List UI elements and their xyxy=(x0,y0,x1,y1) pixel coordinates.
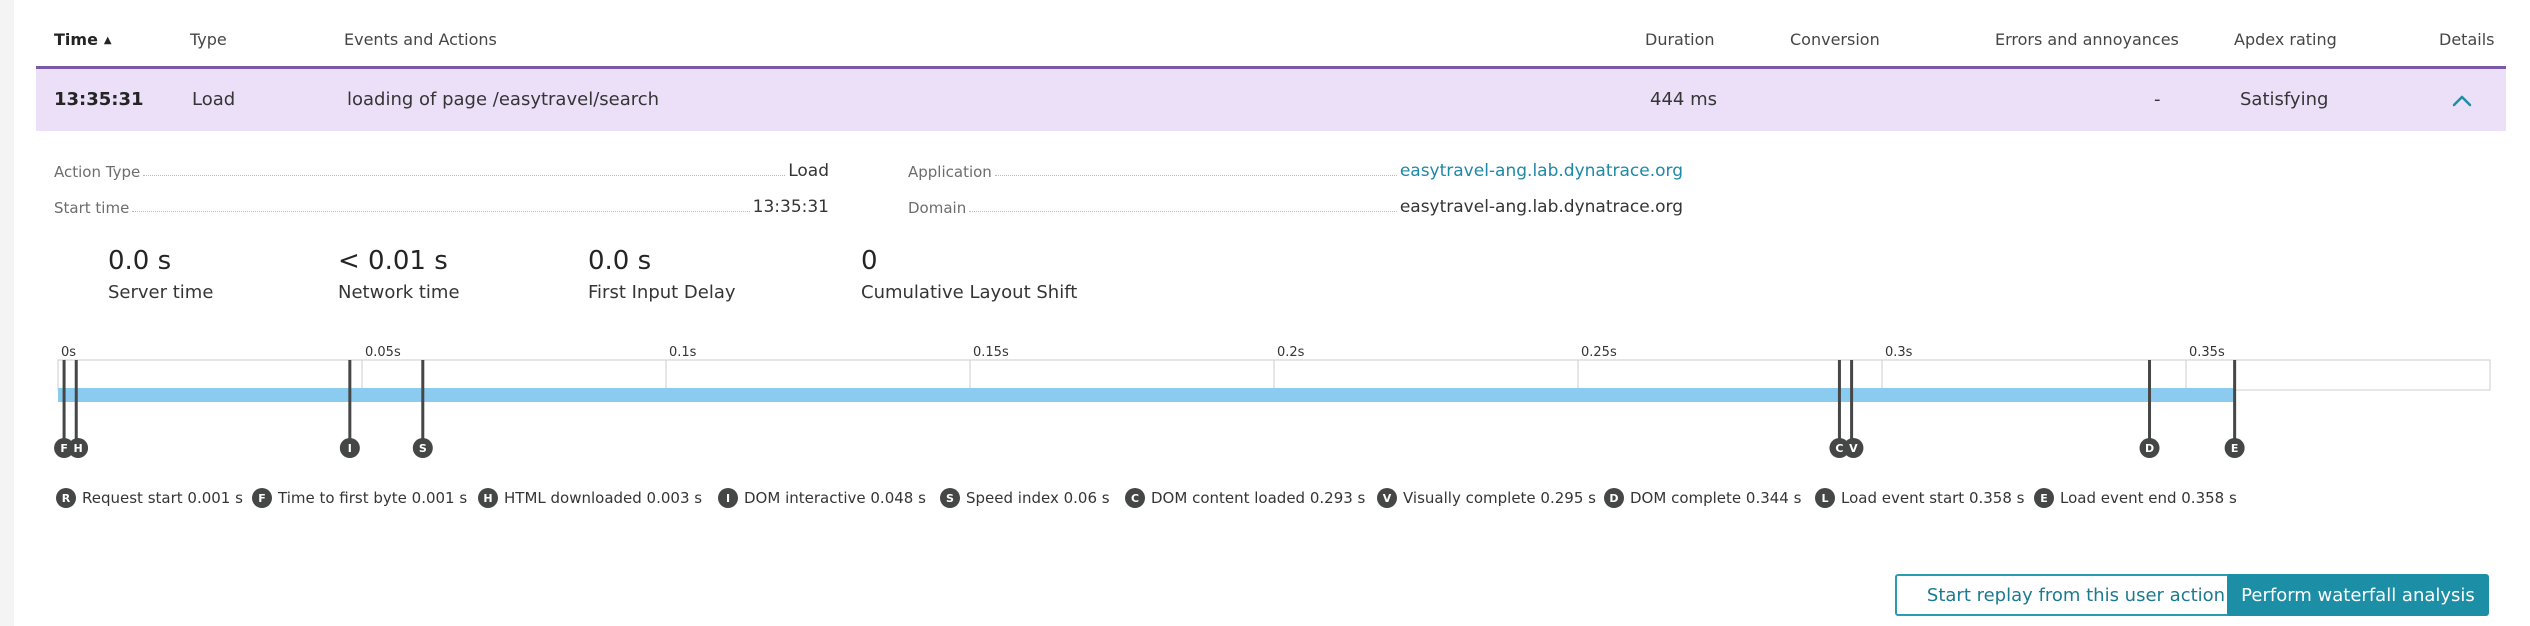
detail-start-time-value: 13:35:31 xyxy=(752,197,829,217)
detail-domain-label: Domain xyxy=(908,199,967,217)
timeline-marker-letter: D xyxy=(2145,442,2154,455)
timeline-marker-letter: F xyxy=(60,442,68,455)
table-row[interactable]: 13:35:31 Load loading of page /easytrave… xyxy=(36,69,2506,131)
detail-application-label: Application xyxy=(908,163,992,181)
legend-item: L Load event start 0.358 s xyxy=(1815,486,2024,510)
row-duration: 444 ms xyxy=(1650,89,1717,110)
column-header-time[interactable]: Time ▲ xyxy=(54,30,112,49)
metric-server-time-value: 0.0 s xyxy=(108,246,172,276)
column-header-events[interactable]: Events and Actions xyxy=(344,30,497,49)
timeline-tick-label: 0.25s xyxy=(1581,345,1617,360)
detail-start-time: Start time 13:35:31 xyxy=(54,196,829,220)
column-header-conversion[interactable]: Conversion xyxy=(1790,30,1880,49)
detail-application: Application easytravel-ang.lab.dynatrace… xyxy=(908,160,1683,184)
timeline-chart: 0s 0.05s 0.1s 0.15s 0.2s 0.25s 0.3s 0.35s F H I S C V… xyxy=(0,330,2530,470)
legend-label: Speed index 0.06 s xyxy=(966,489,1110,507)
timeline-tick-label: 0.1s xyxy=(669,345,697,360)
column-header-duration[interactable]: Duration xyxy=(1645,30,1715,49)
column-header-errors[interactable]: Errors and annoyances xyxy=(1995,30,2179,49)
application-link[interactable]: easytravel-ang.lab.dynatrace.org xyxy=(1400,161,1683,184)
table-header: Time ▲ Type Events and Actions Duration C… xyxy=(36,0,2506,69)
metric-cls-value: 0 xyxy=(861,246,878,276)
timeline-tick-label: 0.3s xyxy=(1885,345,1913,360)
legend-badge-icon: F xyxy=(252,488,272,508)
legend-label: HTML downloaded 0.003 s xyxy=(504,489,703,507)
legend-badge-icon: H xyxy=(478,488,498,508)
legend-label: Request start 0.001 s xyxy=(82,489,243,507)
legend-badge-icon: I xyxy=(718,488,738,508)
column-header-apdex[interactable]: Apdex rating xyxy=(2234,30,2337,49)
column-header-time-label: Time xyxy=(54,30,98,49)
leader-dots xyxy=(132,211,750,212)
legend-badge-icon: S xyxy=(940,488,960,508)
timeline-duration-bar xyxy=(58,388,2235,402)
legend-label: Load event start 0.358 s xyxy=(1841,489,2025,507)
timeline-marker-letter: S xyxy=(419,442,427,455)
row-time: 13:35:31 xyxy=(54,89,144,110)
timeline-marker-letter: E xyxy=(2231,442,2239,455)
timeline-tick-label: 0.35s xyxy=(2189,345,2225,360)
timeline-marker-letter: H xyxy=(73,442,82,455)
legend-item: F Time to first byte 0.001 s xyxy=(252,486,467,510)
legend-item: C DOM content loaded 0.293 s xyxy=(1125,486,1365,510)
detail-domain: Domain easytravel-ang.lab.dynatrace.org xyxy=(908,196,1683,220)
timeline-tick-label: 0.05s xyxy=(365,345,401,360)
timeline-marker-letter: I xyxy=(348,442,352,455)
metric-first-input-delay-value: 0.0 s xyxy=(588,246,652,276)
legend-badge-icon: C xyxy=(1125,488,1145,508)
column-header-details[interactable]: Details xyxy=(2439,30,2494,49)
waterfall-analysis-button[interactable]: Perform waterfall analysis xyxy=(2227,574,2489,616)
legend-badge-icon: L xyxy=(1815,488,1835,508)
legend-badge-icon: E xyxy=(2034,488,2054,508)
legend-item: H HTML downloaded 0.003 s xyxy=(478,486,702,510)
timeline-marker-letter: V xyxy=(1849,442,1858,455)
legend-label: Visually complete 0.295 s xyxy=(1403,489,1596,507)
timeline-tick-label: 0.15s xyxy=(973,345,1009,360)
legend-item: I DOM interactive 0.048 s xyxy=(718,486,926,510)
detail-action-type: Action Type Load xyxy=(54,160,829,184)
detail-action-type-label: Action Type xyxy=(54,163,141,181)
legend-badge-icon: R xyxy=(56,488,76,508)
metric-network-time-label: Network time xyxy=(338,282,460,303)
leader-dots xyxy=(969,211,1397,212)
detail-domain-value: easytravel-ang.lab.dynatrace.org xyxy=(1399,197,1683,217)
metric-cls-label: Cumulative Layout Shift xyxy=(861,282,1078,303)
timeline-svg: 0s 0.05s 0.1s 0.15s 0.2s 0.25s 0.3s 0.35s F H I S C V… xyxy=(54,345,2491,458)
legend-label: DOM complete 0.344 s xyxy=(1630,489,1802,507)
start-replay-button[interactable]: Start replay from this user action xyxy=(1895,574,2257,616)
legend-label: Time to first byte 0.001 s xyxy=(278,489,468,507)
legend-badge-icon: D xyxy=(1604,488,1624,508)
detail-start-time-label: Start time xyxy=(54,199,130,217)
row-type: Load xyxy=(192,89,236,110)
detail-action-type-value: Load xyxy=(788,161,829,181)
row-event: loading of page /easytravel/search xyxy=(347,89,660,110)
metric-server-time-label: Server time xyxy=(108,282,214,303)
legend-label: DOM content loaded 0.293 s xyxy=(1151,489,1366,507)
row-apdex: Satisfying xyxy=(2240,89,2329,110)
timeline-tick-label: 0s xyxy=(61,345,76,360)
row-errors: - xyxy=(2154,89,2161,110)
legend-badge-icon: V xyxy=(1377,488,1397,508)
leader-dots xyxy=(143,175,786,176)
legend-item: V Visually complete 0.295 s xyxy=(1377,486,1596,510)
legend-item: R Request start 0.001 s xyxy=(56,486,243,510)
legend-label: DOM interactive 0.048 s xyxy=(744,489,926,507)
legend-label: Load event end 0.358 s xyxy=(2060,489,2237,507)
metric-first-input-delay-label: First Input Delay xyxy=(588,282,736,303)
timeline-marker-letter: C xyxy=(1835,442,1843,455)
legend-item: E Load event end 0.358 s xyxy=(2034,486,2237,510)
sort-ascending-icon[interactable]: ▲ xyxy=(104,35,112,46)
leader-dots xyxy=(994,175,1397,176)
metric-network-time-value: < 0.01 s xyxy=(338,246,448,276)
timeline-tick-label: 0.2s xyxy=(1277,345,1305,360)
chevron-up-icon[interactable] xyxy=(2448,87,2476,115)
column-header-type[interactable]: Type xyxy=(190,30,227,49)
legend-item: D DOM complete 0.344 s xyxy=(1604,486,1801,510)
legend-item: S Speed index 0.06 s xyxy=(940,486,1110,510)
left-edge-strip xyxy=(0,0,14,626)
